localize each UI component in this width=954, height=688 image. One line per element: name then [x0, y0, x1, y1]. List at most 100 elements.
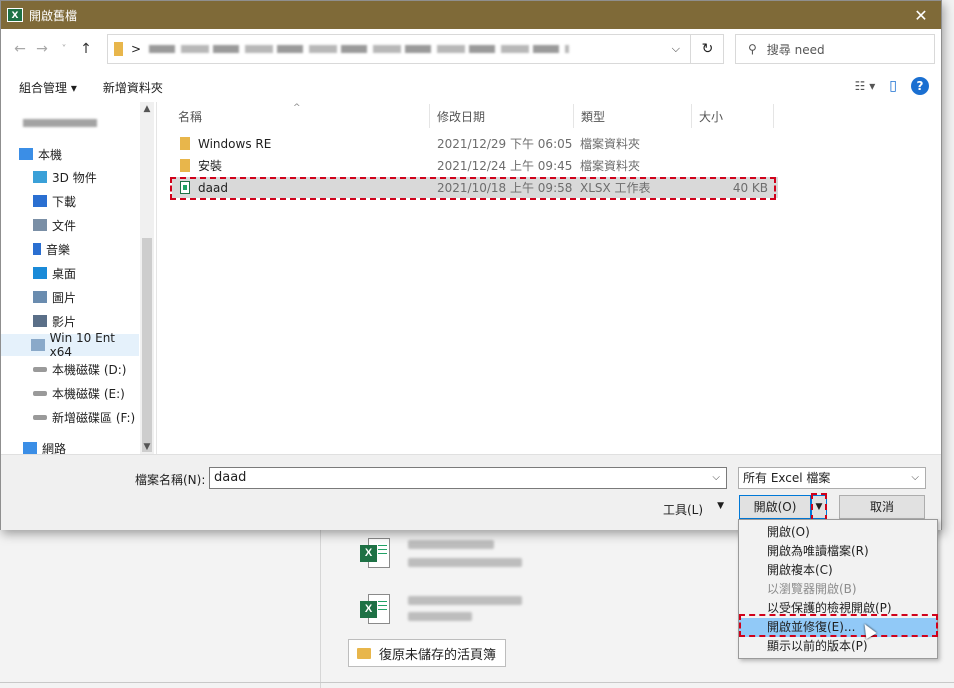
highlight-open-and-repair	[739, 614, 938, 637]
scroll-up-icon[interactable]: ▲	[140, 104, 154, 114]
caret-down-icon: ▼	[717, 501, 724, 511]
filename-value: daad	[214, 470, 247, 485]
column-header-type[interactable]: 類型	[581, 104, 605, 128]
tools-menu-button[interactable]: 工具(L) ▼	[663, 501, 724, 518]
search-icon: ⚲	[748, 42, 757, 56]
sidebar-item-label: 下載	[52, 194, 77, 209]
sidebar-item-label: 新增磁碟區 (F:)	[52, 410, 136, 425]
open-file-dialog: X 開啟舊檔 ✕ ← → ˅ ↑ > ⌵ ↻ ⚲ 搜尋 need 組合管理 ▾ …	[0, 0, 942, 530]
view-options-icon[interactable]: ☷ ▾	[855, 79, 876, 93]
sidebar-item-label: 3D 物件	[52, 170, 97, 185]
command-toolbar: 組合管理 ▾ 新增資料夾 ☷ ▾ ▯ ?	[1, 73, 941, 101]
sidebar-item-label: 網路	[42, 441, 67, 455]
highlight-selected-file	[170, 177, 776, 200]
sidebar-item-3[interactable]: 文件	[1, 214, 139, 236]
sidebar-item-quick-access[interactable]	[1, 112, 139, 134]
recent-file-icon[interactable]: X	[360, 538, 392, 570]
close-icon[interactable]: ✕	[901, 6, 941, 25]
filename-input[interactable]: daad ⌵	[209, 467, 727, 489]
sidebar-item-label: 本機	[38, 147, 63, 162]
cube-icon	[33, 171, 47, 183]
recover-unsaved-workbooks-button[interactable]: 復原未儲存的活頁簿	[348, 639, 506, 667]
folder-icon	[114, 42, 123, 56]
pc-icon	[19, 148, 33, 160]
scroll-thumb[interactable]	[142, 238, 152, 452]
open-options-menu: 開啟(O) 開啟為唯讀檔案(R) 開啟複本(C) 以瀏覽器開啟(B) 以受保護的檢視開啟…	[738, 519, 938, 659]
drive-icon	[33, 366, 47, 372]
filetype-select[interactable]: 所有 Excel 檔案 ⌵	[738, 467, 926, 489]
recent-file-name-blurred	[408, 596, 522, 605]
recent-file-path-blurred	[408, 558, 522, 567]
filetype-value: 所有 Excel 檔案	[743, 471, 831, 485]
folder-icon	[180, 137, 190, 150]
excel-app-icon: X	[7, 8, 23, 22]
address-dropdown-icon[interactable]: ⌵	[672, 42, 680, 56]
column-header-name[interactable]: 名稱	[178, 104, 202, 128]
menu-item-open-option[interactable]: 開啟為唯讀檔案(R)	[739, 542, 937, 561]
sidebar-item-label: 文件	[52, 218, 77, 233]
sidebar-item-label: Win 10 Ent x64	[49, 331, 116, 359]
sidebar-item-8[interactable]: Win 10 Ent x64	[1, 331, 139, 359]
chevron-right-icon: >	[131, 42, 142, 56]
back-arrow-icon[interactable]: ←	[9, 41, 31, 57]
sidebar-item-4[interactable]: 音樂	[1, 238, 139, 260]
menu-item-open-option[interactable]: 顯示以前的版本(P)	[739, 637, 937, 656]
sidebar-item-label: 音樂	[46, 242, 71, 257]
up-arrow-icon[interactable]: ↑	[75, 41, 97, 57]
address-bar-row: ← → ˅ ↑ > ⌵ ↻ ⚲ 搜尋 need	[1, 34, 941, 64]
network-drive-icon	[31, 339, 45, 351]
sidebar-item-2[interactable]: 下載	[1, 190, 139, 212]
file-modified: 2021/12/29 下午 06:05	[437, 137, 573, 151]
preview-pane-icon[interactable]: ▯	[889, 78, 897, 94]
sidebar-item-1[interactable]: 3D 物件	[1, 166, 139, 188]
refresh-icon[interactable]: ↻	[690, 35, 724, 63]
sidebar-item-10[interactable]: 本機磁碟 (E:)	[1, 382, 139, 404]
file-row[interactable]: 安裝 2021/12/24 上午 09:45 檔案資料夾	[172, 155, 778, 176]
recent-locations-icon[interactable]: ˅	[53, 44, 75, 55]
scroll-down-icon[interactable]: ▼	[140, 442, 154, 452]
tools-label: 工具(L)	[663, 503, 704, 517]
file-row[interactable]: Windows RE 2021/12/29 下午 06:05 檔案資料夾	[172, 133, 778, 154]
sidebar-item-label: 圖片	[52, 290, 77, 305]
menu-item-open-option[interactable]: 開啟(O)	[739, 523, 937, 542]
column-divider[interactable]	[429, 104, 430, 128]
sidebar-item-7[interactable]: 影片	[1, 310, 139, 332]
menu-item-open-option[interactable]: 開啟複本(C)	[739, 561, 937, 580]
column-divider[interactable]	[573, 104, 574, 128]
drive-icon	[33, 390, 47, 396]
navigation-pane: 本機 3D 物件下載文件音樂桌面圖片影片 Win 10 Ent x64 本機磁碟 (D…	[1, 102, 157, 454]
title-bar: X 開啟舊檔 ✕	[1, 1, 941, 29]
sidebar-item-6[interactable]: 圖片	[1, 286, 139, 308]
address-input[interactable]: > ⌵ ↻	[107, 34, 724, 64]
column-divider[interactable]	[773, 104, 774, 128]
sidebar-item-11[interactable]: 新增磁碟區 (F:)	[1, 406, 139, 428]
search-input[interactable]: ⚲ 搜尋 need	[735, 34, 935, 64]
new-folder-button[interactable]: 新增資料夾	[103, 79, 163, 96]
cancel-button[interactable]: 取消	[839, 495, 925, 519]
help-icon[interactable]: ?	[911, 77, 929, 95]
folder-icon	[357, 647, 371, 659]
sidebar-scrollbar[interactable]: ▲ ▼	[140, 102, 154, 454]
forward-arrow-icon[interactable]: →	[31, 41, 53, 57]
restore-label: 復原未儲存的活頁簿	[379, 647, 497, 663]
open-button[interactable]: 開啟(O)	[739, 495, 811, 519]
sidebar-item-9[interactable]: 本機磁碟 (D:)	[1, 358, 139, 380]
sidebar-item-5[interactable]: 桌面	[1, 262, 139, 284]
desktop-icon	[33, 267, 47, 279]
music-icon	[33, 243, 41, 255]
file-modified: 2021/12/24 上午 09:45	[437, 159, 573, 173]
network-icon	[23, 442, 37, 454]
document-icon	[33, 219, 47, 231]
sidebar-item-12[interactable]: 網路	[1, 437, 139, 454]
pictures-icon	[33, 291, 47, 303]
column-header-modified[interactable]: 修改日期	[437, 104, 485, 128]
file-name: Windows RE	[198, 136, 272, 151]
file-name: 安裝	[198, 159, 223, 173]
chevron-down-icon[interactable]: ⌵	[712, 468, 720, 488]
recent-file-path-blurred	[408, 612, 472, 621]
organize-button[interactable]: 組合管理 ▾	[19, 79, 77, 96]
column-header-size[interactable]: 大小	[699, 104, 723, 128]
column-divider[interactable]	[691, 104, 692, 128]
recent-file-icon[interactable]: X	[360, 594, 392, 626]
sidebar-item-0[interactable]: 本機	[1, 143, 139, 165]
